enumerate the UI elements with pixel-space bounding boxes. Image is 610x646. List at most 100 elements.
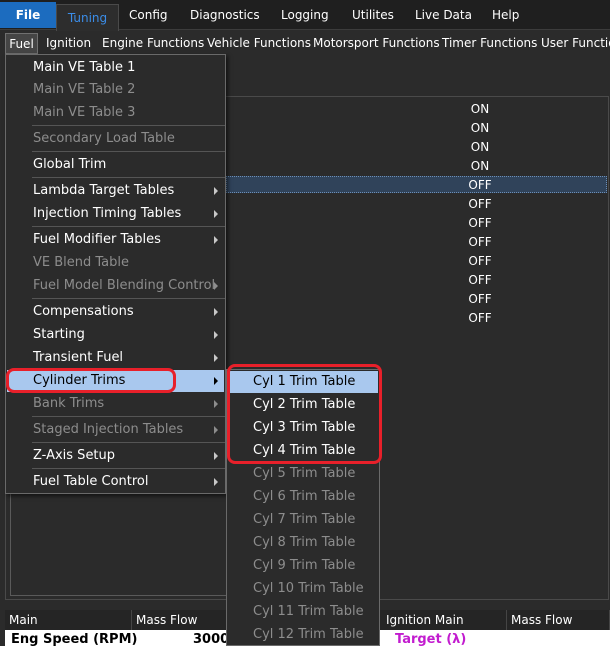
menu-item-label: VE Blend Table: [33, 255, 130, 270]
status-value: OFF: [468, 178, 492, 192]
menu-item-label: Transient Fuel: [33, 350, 124, 365]
menu-item-label: Secondary Load Table: [33, 131, 175, 146]
menu-item-label: Lambda Target Tables: [33, 183, 175, 198]
cylinder-trims-submenu: Cyl 1 Trim Table Cyl 2 Trim Table Cyl 3 …: [226, 369, 380, 646]
menu-motorsport-functions[interactable]: Motorsport Functions: [313, 36, 440, 50]
submenu-item-label: Cyl 9 Trim Table: [253, 558, 356, 573]
submenu-arrow-icon: [214, 478, 218, 486]
status-value: ON: [470, 140, 490, 154]
file-menu-button[interactable]: File: [0, 2, 56, 28]
top-menu-bar: File Tuning Config Diagnostics Logging U…: [0, 0, 610, 31]
menu-engine-functions[interactable]: Engine Functions: [102, 36, 204, 50]
submenu-arrow-icon: [214, 452, 218, 460]
submenu-arrow-icon: [214, 377, 218, 385]
menu-item-main-ve-table-2: Main VE Table 2: [7, 79, 224, 101]
menu-item-label: Main VE Table 2: [33, 82, 136, 97]
submenu-item-cyl-12-trim-table: Cyl 12 Trim Table: [228, 624, 378, 646]
menu-separator: [32, 226, 225, 227]
submenu-item-cyl-3-trim-table[interactable]: Cyl 3 Trim Table: [228, 417, 378, 439]
submenu-item-label: Cyl 8 Trim Table: [253, 535, 356, 550]
menu-item-label: Main VE Table 1: [33, 60, 136, 75]
menu-separator: [32, 177, 225, 178]
menu-item-label: Cylinder Trims: [33, 373, 126, 388]
submenu-arrow-icon: [214, 187, 218, 195]
submenu-item-cyl-6-trim-table: Cyl 6 Trim Table: [228, 486, 378, 508]
menu-item-bank-trims: Bank Trims: [7, 393, 224, 415]
menu-item-cylinder-trims[interactable]: Cylinder Trims: [7, 370, 224, 392]
submenu-arrow-icon: [214, 426, 218, 434]
menu-item-starting[interactable]: Starting: [7, 324, 224, 346]
tab-live-data[interactable]: Live Data: [415, 8, 472, 22]
menu-timer-functions[interactable]: Timer Functions: [442, 36, 537, 50]
menu-item-label: Z-Axis Setup: [33, 448, 116, 463]
tuning-menu-bar: Fuel Ignition Engine Functions Vehicle F…: [0, 31, 610, 55]
submenu-item-label: Cyl 6 Trim Table: [253, 489, 356, 504]
status-value: OFF: [468, 254, 492, 268]
menu-item-label: Starting: [33, 327, 85, 342]
menu-item-label: Injection Timing Tables: [33, 206, 182, 221]
tab-config[interactable]: Config: [129, 8, 168, 22]
menu-item-label: Fuel Table Control: [33, 474, 149, 489]
menu-item-transient-fuel[interactable]: Transient Fuel: [7, 347, 224, 369]
bottom-tab-ignition-main[interactable]: Ignition Main: [382, 610, 507, 630]
submenu-arrow-icon: [214, 282, 218, 290]
inner-panel: [10, 490, 228, 596]
menu-item-compensations[interactable]: Compensations: [7, 301, 224, 323]
menu-item-label: Bank Trims: [33, 396, 105, 411]
menu-item-fuel-table-control[interactable]: Fuel Table Control: [7, 471, 224, 493]
menu-user-functions[interactable]: User Functio: [541, 36, 610, 50]
menu-item-fuel-model-blending-control: Fuel Model Blending Control: [7, 275, 224, 297]
menu-ignition[interactable]: Ignition: [46, 36, 91, 50]
status-value: ON: [470, 159, 490, 173]
tab-utilites[interactable]: Utilites: [352, 8, 394, 22]
menu-item-z-axis-setup[interactable]: Z-Axis Setup: [7, 445, 224, 467]
menu-item-main-ve-table-1[interactable]: Main VE Table 1: [7, 57, 224, 79]
bottom-tab-mass-flow[interactable]: Mass Flow: [132, 610, 232, 630]
menu-item-fuel-modifier-tables[interactable]: Fuel Modifier Tables: [7, 229, 224, 251]
submenu-item-cyl-5-trim-table: Cyl 5 Trim Table: [228, 463, 378, 485]
menu-separator: [32, 298, 225, 299]
target-lambda-label: Target (λ): [395, 632, 467, 646]
tab-logging[interactable]: Logging: [281, 8, 329, 22]
submenu-item-label: Cyl 12 Trim Table: [253, 627, 364, 642]
submenu-item-label: Cyl 1 Trim Table: [253, 374, 356, 389]
submenu-item-cyl-4-trim-table[interactable]: Cyl 4 Trim Table: [228, 440, 378, 462]
menu-item-label: Main VE Table 3: [33, 105, 136, 120]
status-value: OFF: [468, 311, 492, 325]
menu-fuel[interactable]: Fuel: [5, 33, 38, 54]
status-value: ON: [470, 102, 490, 116]
selected-row[interactable]: [226, 176, 607, 193]
submenu-arrow-icon: [214, 354, 218, 362]
submenu-arrow-icon: [214, 331, 218, 339]
menu-separator: [32, 125, 225, 126]
menu-separator: [32, 468, 225, 469]
status-value: OFF: [468, 216, 492, 230]
status-value: ON: [470, 121, 490, 135]
tab-tuning[interactable]: Tuning: [56, 4, 119, 31]
submenu-arrow-icon: [214, 308, 218, 316]
status-value: OFF: [468, 197, 492, 211]
menu-item-label: Fuel Model Blending Control: [33, 278, 216, 293]
submenu-item-cyl-1-trim-table[interactable]: Cyl 1 Trim Table: [228, 371, 378, 393]
submenu-item-cyl-8-trim-table: Cyl 8 Trim Table: [228, 532, 378, 554]
tab-diagnostics[interactable]: Diagnostics: [190, 8, 260, 22]
menu-item-lambda-target-tables[interactable]: Lambda Target Tables: [7, 180, 224, 202]
menu-item-staged-injection-tables: Staged Injection Tables: [7, 419, 224, 441]
menu-item-injection-timing-tables[interactable]: Injection Timing Tables: [7, 203, 224, 225]
submenu-item-cyl-2-trim-table[interactable]: Cyl 2 Trim Table: [228, 394, 378, 416]
submenu-item-cyl-7-trim-table: Cyl 7 Trim Table: [228, 509, 378, 531]
fuel-dropdown-menu: Main VE Table 1 Main VE Table 2 Main VE …: [5, 54, 226, 494]
engine-speed-label: Eng Speed (RPM): [11, 632, 138, 646]
bottom-tab-mass-flow-2[interactable]: Mass Flow: [507, 610, 610, 630]
tab-help[interactable]: Help: [492, 8, 519, 22]
submenu-item-label: Cyl 2 Trim Table: [253, 397, 356, 412]
submenu-item-label: Cyl 10 Trim Table: [253, 581, 364, 596]
submenu-item-label: Cyl 11 Trim Table: [253, 604, 364, 619]
bottom-tab-main[interactable]: Main: [5, 610, 132, 630]
menu-item-global-trim[interactable]: Global Trim: [7, 154, 224, 176]
engine-speed-value: 3000: [193, 632, 230, 646]
menu-item-ve-blend-table: VE Blend Table: [7, 252, 224, 274]
menu-separator: [32, 442, 225, 443]
submenu-item-cyl-10-trim-table: Cyl 10 Trim Table: [228, 578, 378, 600]
menu-vehicle-functions[interactable]: Vehicle Functions: [207, 36, 311, 50]
